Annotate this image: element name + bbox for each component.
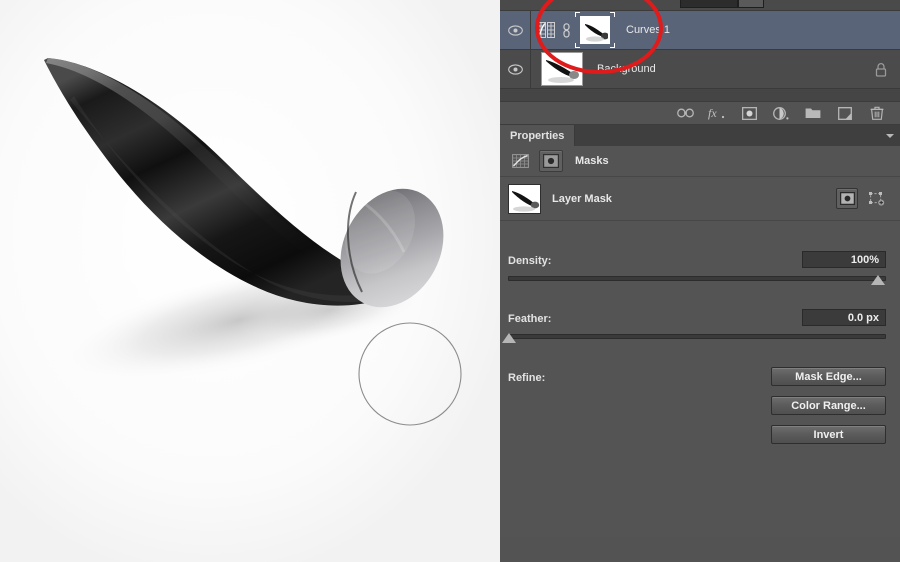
tab-properties-label: Properties — [510, 129, 565, 142]
layer-preview — [542, 53, 582, 85]
feather-label: Feather: — [508, 313, 552, 325]
invert-label: Invert — [813, 428, 844, 441]
link-layers-icon[interactable] — [676, 104, 694, 122]
mask-type-buttons — [836, 188, 888, 209]
color-range-button[interactable]: Color Range... — [771, 396, 886, 415]
svg-text:fx: fx — [708, 106, 717, 120]
selection-bracket — [575, 43, 580, 48]
new-group-icon[interactable] — [804, 104, 822, 122]
mask-preview — [509, 184, 540, 213]
layer-visibility-toggle[interactable] — [500, 50, 531, 88]
properties-mode-header: Masks — [500, 146, 900, 177]
delete-layer-icon[interactable] — [868, 104, 886, 122]
selection-bracket — [610, 43, 615, 48]
layer-row[interactable]: Curves 1 — [500, 11, 900, 50]
curves-icon[interactable] — [538, 22, 555, 38]
invert-button[interactable]: Invert — [771, 425, 886, 444]
mask-preview — [582, 18, 608, 42]
mask-edge-label: Mask Edge... — [795, 370, 862, 383]
layer-mask-label: Layer Mask — [552, 192, 612, 205]
selection-bracket — [575, 12, 580, 17]
properties-tabbar: Properties — [500, 125, 900, 146]
layers-panel: Curves 1 Background — [500, 11, 900, 101]
layer-mask-row: Layer Mask — [500, 177, 900, 221]
layer-name: Background — [597, 63, 656, 75]
layer-thumbnail[interactable] — [541, 52, 583, 86]
density-value: 100% — [850, 253, 879, 266]
new-layer-icon[interactable] — [836, 104, 854, 122]
density-slider-track[interactable] — [508, 276, 886, 281]
curves-mode-icon[interactable] — [508, 150, 532, 172]
refine-label: Refine: — [508, 372, 546, 384]
partial-input-field[interactable] — [680, 0, 738, 8]
mask-edge-button[interactable]: Mask Edge... — [771, 367, 886, 386]
selection-bracket — [610, 12, 615, 17]
eye-icon — [507, 24, 523, 36]
mask-thumbnail[interactable] — [508, 183, 541, 214]
adjustment-layer-icon[interactable] — [772, 104, 790, 122]
vector-mask-icon[interactable] — [866, 188, 888, 209]
layer-visibility-toggle[interactable] — [500, 11, 531, 49]
right-panel-dock: Curves 1 Background fx Properties Masks … — [500, 0, 900, 562]
layer-style-fx-icon[interactable]: fx — [708, 104, 726, 122]
image-canvas[interactable] — [0, 0, 500, 562]
feather-slider-track[interactable] — [508, 334, 886, 339]
layer-row[interactable]: Background — [500, 50, 900, 89]
layer-mask-thumbnail[interactable] — [575, 12, 615, 48]
lock-icon — [875, 63, 887, 77]
panel-top-strip — [500, 0, 900, 11]
add-layer-mask-icon[interactable] — [740, 104, 758, 122]
feather-value-field[interactable]: 0.0 px — [802, 309, 886, 326]
canvas-circle-guide — [358, 322, 462, 426]
tab-properties[interactable]: Properties — [500, 125, 576, 146]
pixel-mask-icon[interactable] — [836, 188, 858, 209]
color-range-label: Color Range... — [791, 399, 866, 412]
eye-icon — [507, 63, 523, 75]
feather-slider-handle[interactable] — [502, 333, 516, 343]
photoshop-window: Curves 1 Background fx Properties Masks … — [0, 0, 900, 562]
density-slider-handle[interactable] — [871, 275, 885, 285]
link-icon[interactable] — [562, 22, 571, 38]
layers-toolbar: fx — [500, 101, 900, 125]
masks-mode-icon[interactable] — [539, 150, 563, 172]
masks-section-title: Masks — [575, 155, 609, 167]
density-label: Density: — [508, 255, 552, 267]
properties-panel: Properties Masks Layer Mask Density: 100… — [500, 125, 900, 537]
layer-name: Curves 1 — [626, 24, 671, 36]
tabbar-empty-area — [575, 125, 900, 146]
density-value-field[interactable]: 100% — [802, 251, 886, 268]
panel-menu-icon[interactable] — [886, 134, 894, 138]
partial-stepper-button[interactable] — [738, 0, 764, 8]
feather-value: 0.0 px — [847, 311, 879, 324]
